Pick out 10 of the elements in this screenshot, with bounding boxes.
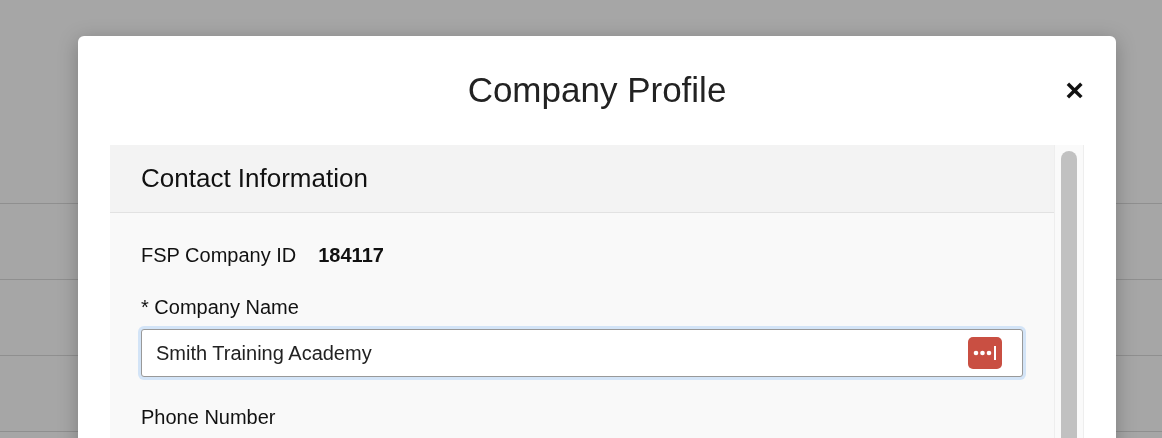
field-label: Phone Number	[141, 406, 277, 429]
field-label: * Company Name	[141, 296, 300, 319]
dialog-title: Company Profile	[467, 69, 727, 110]
close-button[interactable]: ×	[1065, 74, 1084, 106]
company-id-value: 184117	[318, 244, 384, 267]
ellipsis-icon[interactable]	[968, 337, 1002, 369]
scrollbar-thumb[interactable]	[1061, 151, 1078, 438]
section-title: Contact Information	[141, 163, 368, 194]
company-id-label: FSP Company ID	[141, 244, 297, 267]
input-field[interactable]: Smith Training Academy	[141, 329, 1023, 377]
